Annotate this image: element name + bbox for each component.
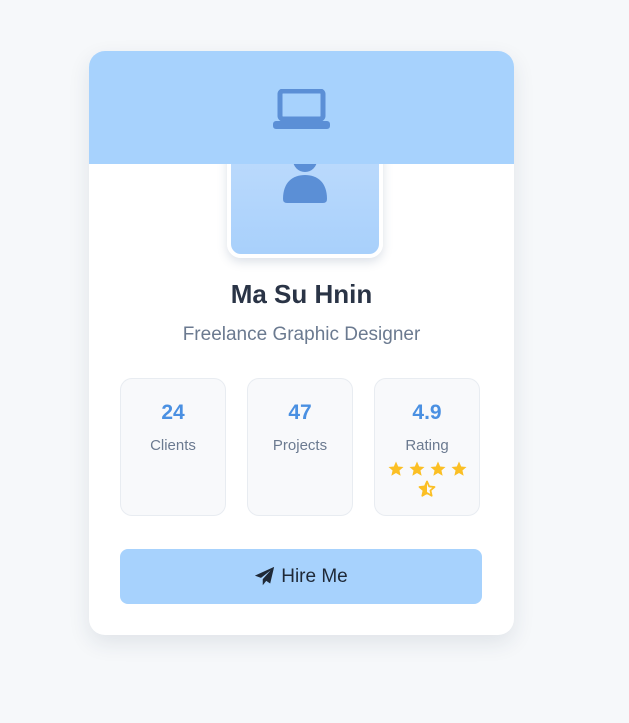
star-icon — [430, 461, 446, 476]
stat-rating: 4.9 Rating — [374, 378, 480, 516]
stat-clients-label: Clients — [150, 437, 196, 454]
card-banner — [89, 51, 514, 164]
profile-title: Freelance Graphic Designer — [182, 324, 421, 345]
star-icon — [388, 461, 404, 476]
stat-projects: 47 Projects — [247, 378, 353, 516]
stat-rating-label: Rating — [405, 437, 449, 454]
profile-card: Ma Su Hnin Freelance Graphic Designer 24… — [89, 51, 514, 635]
star-icon — [409, 461, 425, 476]
star-icon — [451, 461, 467, 476]
stat-clients: 24 Clients — [120, 378, 226, 516]
star-half-icon — [418, 480, 436, 497]
profile-name: Ma Su Hnin — [230, 279, 373, 309]
stat-projects-label: Projects — [272, 437, 328, 454]
stat-projects-value: 47 — [288, 401, 312, 424]
paper-plane-icon — [255, 566, 275, 586]
stat-rating-value: 4.9 — [412, 401, 442, 424]
hire-me-label: Hire Me — [281, 565, 348, 587]
rating-stars — [387, 460, 471, 500]
laptop-icon — [273, 89, 330, 129]
stat-clients-value: 24 — [161, 401, 185, 424]
hire-me-button[interactable]: Hire Me — [120, 549, 482, 604]
